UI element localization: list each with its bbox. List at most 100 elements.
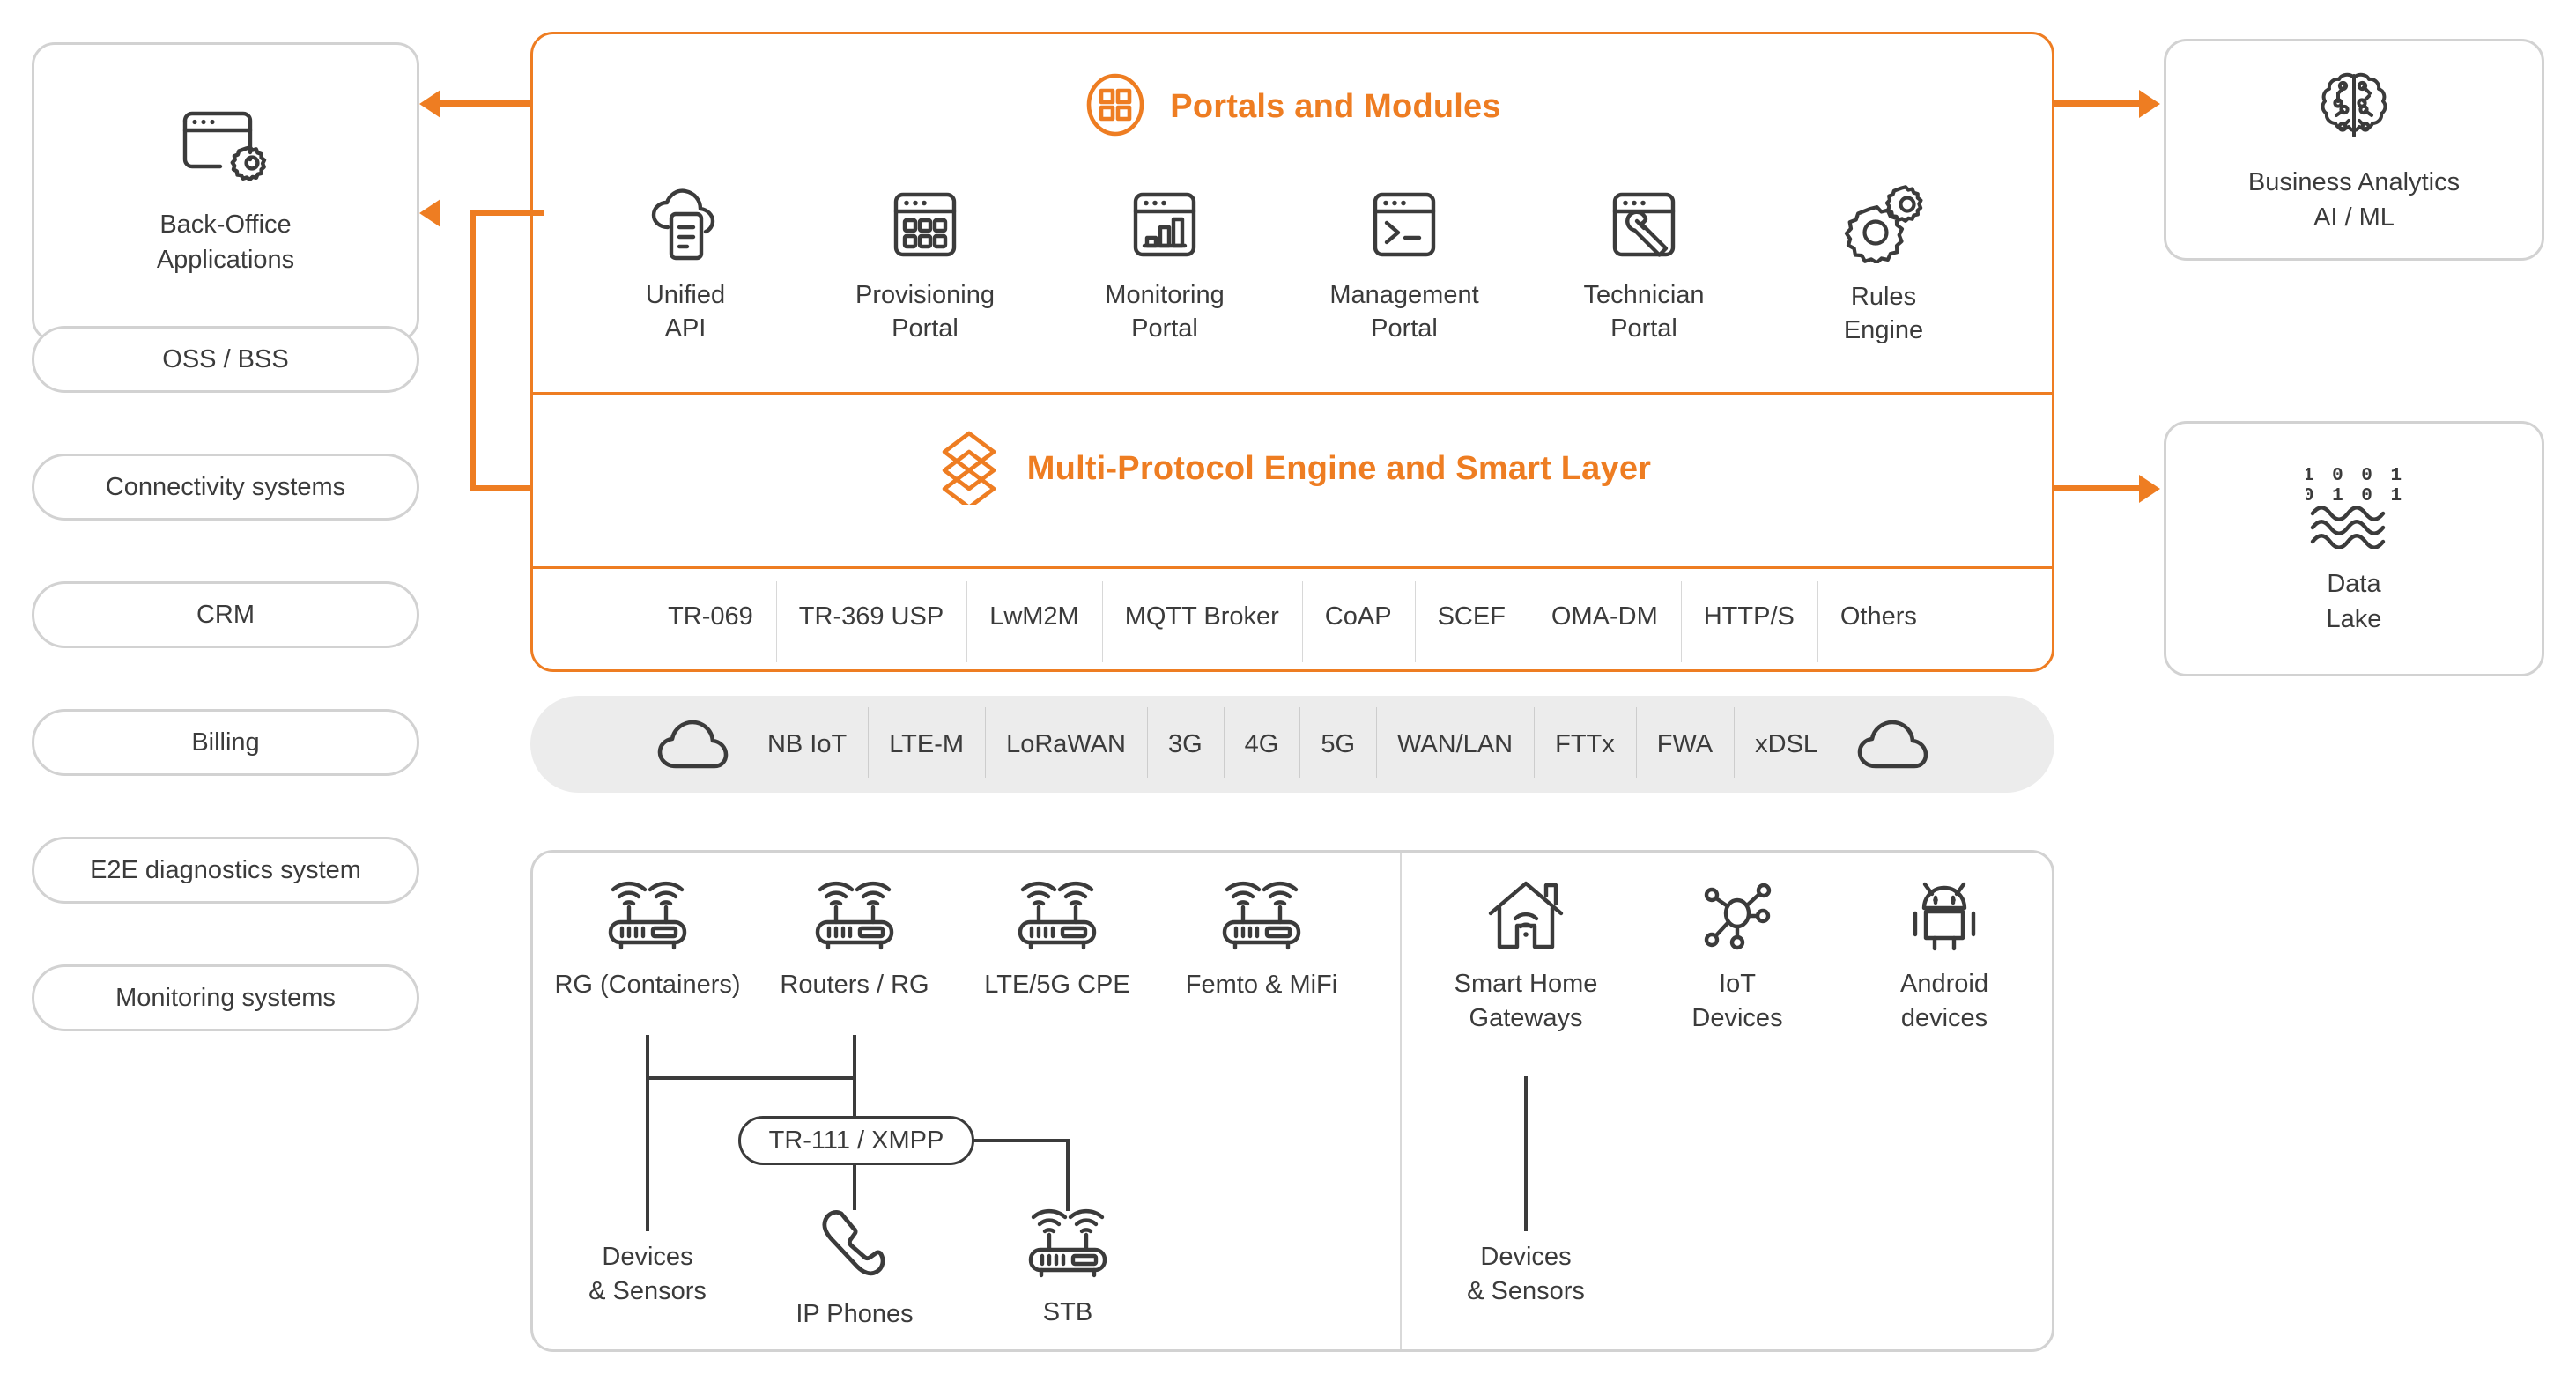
connector-stb-drop xyxy=(1066,1139,1070,1211)
telephone-handset-icon xyxy=(817,1207,892,1289)
android-robot-icon xyxy=(1905,876,1984,958)
connector-panel-to-datalake xyxy=(2054,485,2143,491)
device-android-devices[interactable]: Android devices xyxy=(1843,876,2046,1036)
device-label: LTE/5G CPE xyxy=(984,971,1130,999)
connector-backoffice-arrow-stem xyxy=(470,210,544,216)
module-unified-api[interactable]: Unified API xyxy=(593,188,778,346)
protocol-chip[interactable]: SCEF xyxy=(1414,580,1529,662)
network-chip[interactable]: 5G xyxy=(1299,706,1376,778)
router-icon xyxy=(809,881,900,959)
network-chip[interactable]: NB IoT xyxy=(746,731,868,757)
sidebar-item-label: OSS / BSS xyxy=(162,344,289,373)
connector-panel-to-backoffice-top xyxy=(440,100,532,107)
sidebar-item-e2e-diagnostics-system[interactable]: E2E diagnostics system xyxy=(32,837,419,904)
router-icon xyxy=(1022,1208,1114,1287)
protocol-chip[interactable]: TR-369 USP xyxy=(775,580,966,662)
network-nodes-icon xyxy=(1697,876,1778,958)
module-provisioning-portal[interactable]: Provisioning Portal xyxy=(833,188,1018,346)
module-technician-portal[interactable]: Technician Portal xyxy=(1551,188,1736,346)
router-icon xyxy=(1011,881,1103,959)
device-stb[interactable]: STB xyxy=(966,1208,1169,1330)
module-label: Management Portal xyxy=(1329,281,1479,343)
data-lake-card[interactable]: 1 0 0 1 0 1 0 1 Data Lake xyxy=(2164,421,2544,676)
sidebar-item-billing[interactable]: Billing xyxy=(32,709,419,776)
protocol-section-title: Multi-Protocol Engine and Smart Layer xyxy=(1026,450,1652,487)
connector-devices-sensors-drop xyxy=(646,1076,649,1231)
protocol-chip[interactable]: MQTT Broker xyxy=(1101,580,1302,662)
module-label: Unified API xyxy=(645,281,726,343)
module-monitoring-portal[interactable]: Monitoring Portal xyxy=(1072,188,1257,346)
device-label: IoT Devices xyxy=(1691,970,1783,1033)
connector-rg-vertical-stub xyxy=(646,1035,649,1079)
connector-backoffice-route-horizontal xyxy=(470,485,533,491)
sidebar-item-crm[interactable]: CRM xyxy=(32,581,419,648)
sidebar-item-label: Connectivity systems xyxy=(105,472,346,501)
network-chip[interactable]: 4G xyxy=(1223,706,1300,778)
svg-text:1 0 0 1: 1 0 0 1 xyxy=(2306,466,2402,486)
data-lake-binary-waves-icon: 1 0 0 1 0 1 0 1 xyxy=(2303,461,2402,553)
device-label: Smart Home Gateways xyxy=(1454,970,1598,1033)
router-icon xyxy=(602,881,693,959)
arrow-datalake xyxy=(2139,475,2160,503)
protocol-section-header: Multi-Protocol Engine and Smart Layer xyxy=(533,429,2052,510)
window-barchart-icon xyxy=(1126,188,1203,266)
cloud-icon xyxy=(639,717,746,772)
sidebar-item-connectivity-systems[interactable]: Connectivity systems xyxy=(32,454,419,521)
tr111-xmpp-badge[interactable]: TR-111 / XMPP xyxy=(738,1116,974,1165)
device-label: STB xyxy=(1042,1298,1093,1326)
window-terminal-icon xyxy=(1366,188,1443,266)
network-chip[interactable]: WAN/LAN xyxy=(1376,706,1534,778)
device-iot-devices[interactable]: IoT Devices xyxy=(1636,876,1839,1036)
device-femto-mifi[interactable]: Femto & MiFi xyxy=(1160,881,1363,1002)
device-smart-home-gateways[interactable]: Smart Home Gateways xyxy=(1425,876,1627,1036)
network-chip[interactable]: LTE-M xyxy=(868,706,985,778)
sidebar-item-oss-bss[interactable]: OSS / BSS xyxy=(32,326,419,393)
double-gear-icon xyxy=(1839,182,1928,268)
sidebar-item-label: Billing xyxy=(191,727,260,757)
leaf-devices-and-sensors-left: Devices & Sensors xyxy=(588,1243,707,1306)
business-analytics-card[interactable]: Business Analytics AI / ML xyxy=(2164,39,2544,261)
sidebar-item-monitoring-systems[interactable]: Monitoring systems xyxy=(32,964,419,1031)
module-label: Rules Engine xyxy=(1843,283,1924,345)
module-management-portal[interactable]: Management Portal xyxy=(1312,188,1497,346)
connector-backoffice-route-vertical xyxy=(470,210,476,491)
device-ip-phones[interactable]: IP Phones xyxy=(753,1207,956,1332)
window-wrench-icon xyxy=(1605,188,1683,266)
cloud-icon xyxy=(1839,717,1946,772)
connector-xmpp-to-stb-horizontal xyxy=(973,1139,1070,1142)
back-office-applications-card[interactable]: Back-Office Applications xyxy=(32,42,419,342)
network-chip[interactable]: FWA xyxy=(1635,706,1734,778)
device-lte-5g-cpe[interactable]: LTE/5G CPE xyxy=(956,881,1158,1002)
leaf-devices-and-sensors-right: Devices & Sensors xyxy=(1467,1243,1585,1306)
tr111-xmpp-label: TR-111 / XMPP xyxy=(768,1126,944,1155)
brain-ai-icon xyxy=(2313,64,2395,151)
protocol-list: TR-069 TR-369 USP LwM2M MQTT Broker CoAP… xyxy=(533,564,2052,669)
connector-xmpp-to-ipphones xyxy=(853,1163,856,1210)
cloud-document-icon xyxy=(645,188,726,266)
sidebar-item-label: E2E diagnostics system xyxy=(90,855,361,884)
stacked-layers-icon xyxy=(934,429,1004,510)
network-chip[interactable]: LoRaWAN xyxy=(985,706,1147,778)
protocol-chip[interactable]: CoAP xyxy=(1301,580,1415,662)
connector-panel-to-analytics xyxy=(2054,100,2143,107)
arrow-backoffice-bottom xyxy=(419,199,440,227)
protocol-chip[interactable]: TR-069 xyxy=(645,603,776,630)
devices-panel-divider xyxy=(1400,853,1402,1349)
device-rg-containers[interactable]: RG (Containers) xyxy=(546,881,749,1002)
device-label: IP Phones xyxy=(796,1300,914,1328)
connector-routers-vertical-stub xyxy=(853,1035,856,1079)
connector-horizontal-bus xyxy=(646,1076,856,1080)
module-rules-engine[interactable]: Rules Engine xyxy=(1791,182,1976,348)
network-chip[interactable]: xDSL xyxy=(1734,706,1839,778)
device-routers-rg[interactable]: Routers / RG xyxy=(753,881,956,1002)
protocol-chip[interactable]: HTTP/S xyxy=(1680,580,1817,662)
panel-section-divider xyxy=(533,392,2052,395)
browser-window-gear-icon xyxy=(178,107,273,194)
network-chip[interactable]: FTTx xyxy=(1534,706,1636,778)
house-wifi-icon xyxy=(1484,876,1568,958)
business-analytics-label: Business Analytics AI / ML xyxy=(2247,168,2461,232)
protocol-chip[interactable]: Others xyxy=(1817,580,1940,662)
protocol-chip[interactable]: OMA-DM xyxy=(1528,580,1681,662)
network-chip[interactable]: 3G xyxy=(1146,706,1224,778)
protocol-chip[interactable]: LwM2M xyxy=(966,580,1102,662)
